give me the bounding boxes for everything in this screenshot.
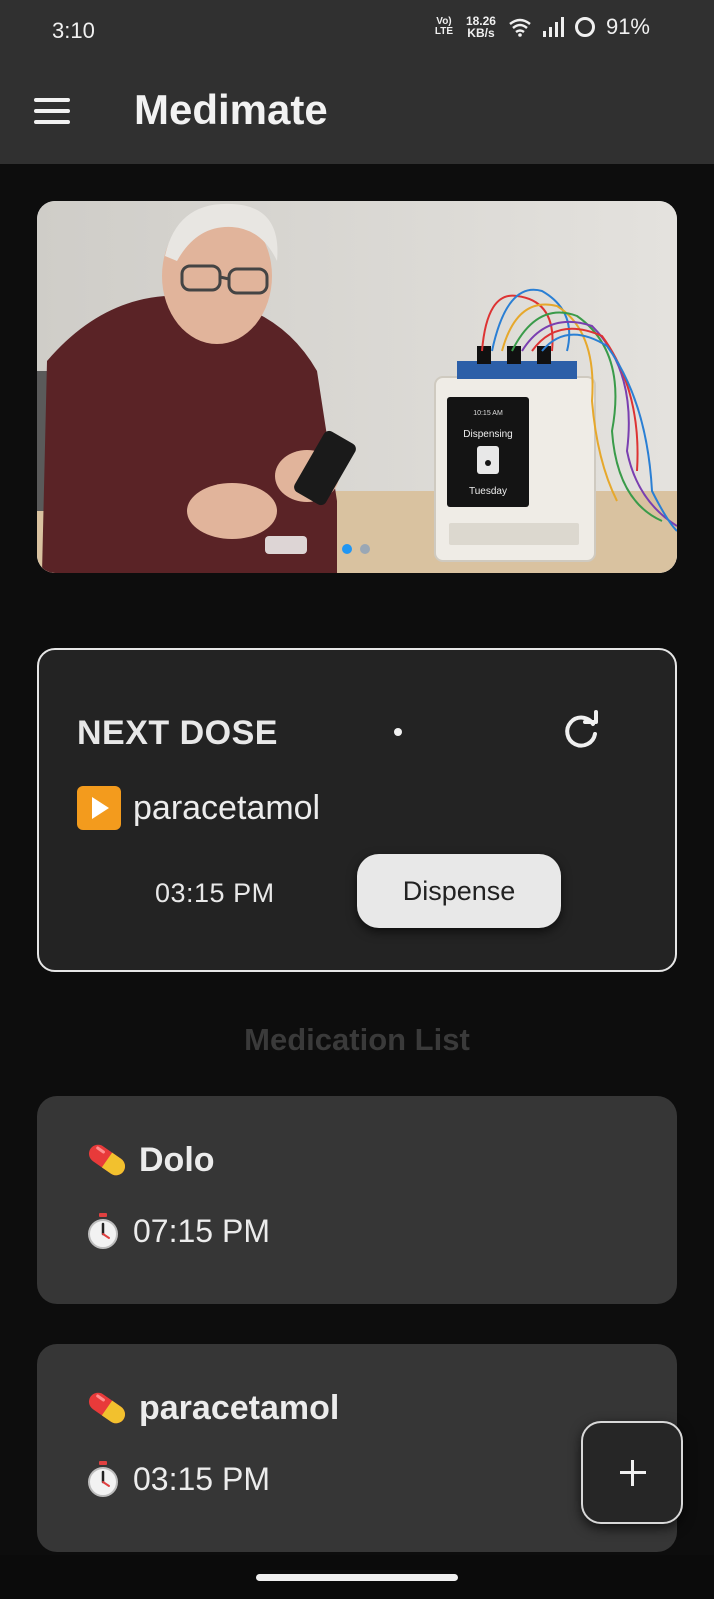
banner-carousel[interactable]: 10:15 AM Dispensing Tuesday	[37, 201, 677, 573]
battery-percent: 91%	[605, 14, 650, 39]
medication-time: 07:15 PM	[133, 1212, 270, 1249]
next-dose-title: NEXT DOSE	[77, 714, 278, 752]
medication-time-row: 07:15 PM	[85, 1212, 270, 1250]
signal-icon	[542, 17, 564, 37]
status-icons: Vo) LTE 18.26 KB/s 91%	[434, 14, 650, 40]
play-icon	[77, 786, 121, 830]
wifi-icon	[509, 18, 531, 37]
carousel-dot[interactable]	[360, 544, 370, 554]
medication-name-row: paracetamol	[85, 1388, 339, 1428]
medication-name: paracetamol	[139, 1388, 340, 1427]
system-nav-bar	[0, 1555, 714, 1599]
status-dot	[394, 728, 402, 736]
app-title: Medimate	[134, 86, 328, 133]
banner-image: 10:15 AM Dispensing Tuesday	[37, 201, 677, 573]
medication-card[interactable]: Dolo 07:15 PM	[37, 1096, 677, 1304]
stopwatch-icon	[88, 1461, 118, 1497]
next-dose-medication-name: paracetamol	[133, 788, 321, 827]
medication-name: Dolo	[139, 1140, 215, 1179]
status-time: 3:10	[52, 18, 95, 43]
menu-icon[interactable]	[34, 98, 70, 124]
device-time: 10:15 AM	[473, 410, 503, 417]
device-day: Tuesday	[469, 486, 507, 497]
medication-time: 03:15 PM	[133, 1460, 270, 1497]
add-medication-button[interactable]	[581, 1421, 683, 1524]
device-status: Dispensing	[463, 429, 512, 440]
carousel-indicator	[342, 544, 370, 554]
medication-list-title: Medication List	[244, 1022, 470, 1057]
home-indicator[interactable]	[256, 1574, 458, 1581]
next-dose-medication: paracetamol	[77, 786, 320, 830]
status-bar: 3:10 Vo) LTE 18.26 KB/s 91%	[0, 0, 714, 60]
carousel-dot-active[interactable]	[342, 544, 352, 554]
pill-icon	[88, 1392, 126, 1424]
medication-time-row: 03:15 PM	[85, 1460, 270, 1498]
volte-indicator: Vo) LTE	[434, 16, 454, 37]
stopwatch-icon	[88, 1213, 118, 1249]
battery-ring-icon	[574, 17, 595, 37]
net-speed-unit: KB/s	[467, 26, 495, 40]
plus-icon	[620, 1460, 646, 1486]
refresh-icon[interactable]	[559, 710, 603, 754]
net-speed: 18.26 KB/s	[464, 15, 498, 39]
medication-name-row: Dolo	[85, 1140, 215, 1180]
pill-icon	[88, 1144, 126, 1176]
app-bar: Medimate	[0, 60, 714, 164]
next-dose-card: NEXT DOSE paracetamol 03:15 PM Dispense	[37, 648, 677, 972]
next-dose-time: 03:15 PM	[155, 878, 275, 908]
dispense-button[interactable]: Dispense	[357, 854, 561, 928]
